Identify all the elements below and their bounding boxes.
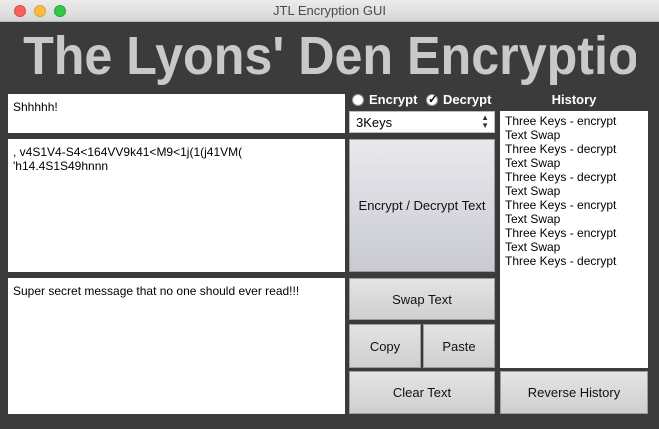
title-bar: JTL Encryption GUI — [0, 0, 659, 22]
paste-button[interactable]: Paste — [423, 324, 495, 368]
cipher-text-area[interactable]: , v4S1V4-S4<164VV9k41<M9<1j(1(j41VM( 'h1… — [8, 139, 345, 272]
history-item: Three Keys - encrypt — [505, 114, 617, 128]
banner-title: The Lyons' Den Encryption — [23, 26, 636, 86]
window-title: JTL Encryption GUI — [273, 3, 386, 18]
history-item: Three Keys - decrypt — [505, 254, 617, 268]
decrypt-radio-label: Decrypt — [443, 92, 492, 107]
clear-text-button[interactable]: Clear Text — [349, 371, 495, 414]
app-window: JTL Encryption GUI The Lyons' Den Encryp… — [0, 0, 659, 429]
plain-text-area[interactable]: Super secret message that no one should … — [8, 278, 345, 414]
decrypt-radio[interactable]: Decrypt — [426, 92, 491, 107]
cipher-select-value: 3Keys — [356, 115, 393, 130]
encrypt-radio-label: Encrypt — [369, 92, 418, 107]
updown-chevron-icon: ▲ ▼ — [481, 113, 489, 130]
history-item: Text Swap — [505, 212, 561, 226]
history-item: Three Keys - decrypt — [505, 142, 617, 156]
history-item: Text Swap — [505, 128, 561, 142]
copy-button[interactable]: Copy — [349, 324, 421, 368]
encrypt-decrypt-button[interactable]: Encrypt / Decrypt Text — [349, 139, 495, 272]
encrypt-radio-indicator[interactable] — [352, 93, 364, 106]
history-item: Text Swap — [505, 184, 561, 198]
history-item: Three Keys - decrypt — [505, 170, 617, 184]
history-item: Three Keys - encrypt — [505, 226, 617, 240]
history-item: Three Keys - encrypt — [505, 198, 617, 212]
encrypt-radio[interactable]: Encrypt — [352, 92, 417, 107]
decrypt-radio-indicator[interactable] — [426, 92, 438, 106]
history-list[interactable]: Three Keys - encrypt Text Swap Three Key… — [500, 111, 648, 368]
history-label: History — [551, 92, 597, 107]
cipher-select[interactable]: 3Keys ▲ ▼ — [349, 111, 495, 133]
history-item: Text Swap — [505, 156, 561, 170]
history-item: Text Swap — [505, 240, 561, 254]
key-text-area[interactable]: Shhhhh! — [8, 94, 345, 133]
reverse-history-button[interactable]: Reverse History — [500, 371, 648, 414]
swap-text-button[interactable]: Swap Text — [349, 278, 495, 320]
